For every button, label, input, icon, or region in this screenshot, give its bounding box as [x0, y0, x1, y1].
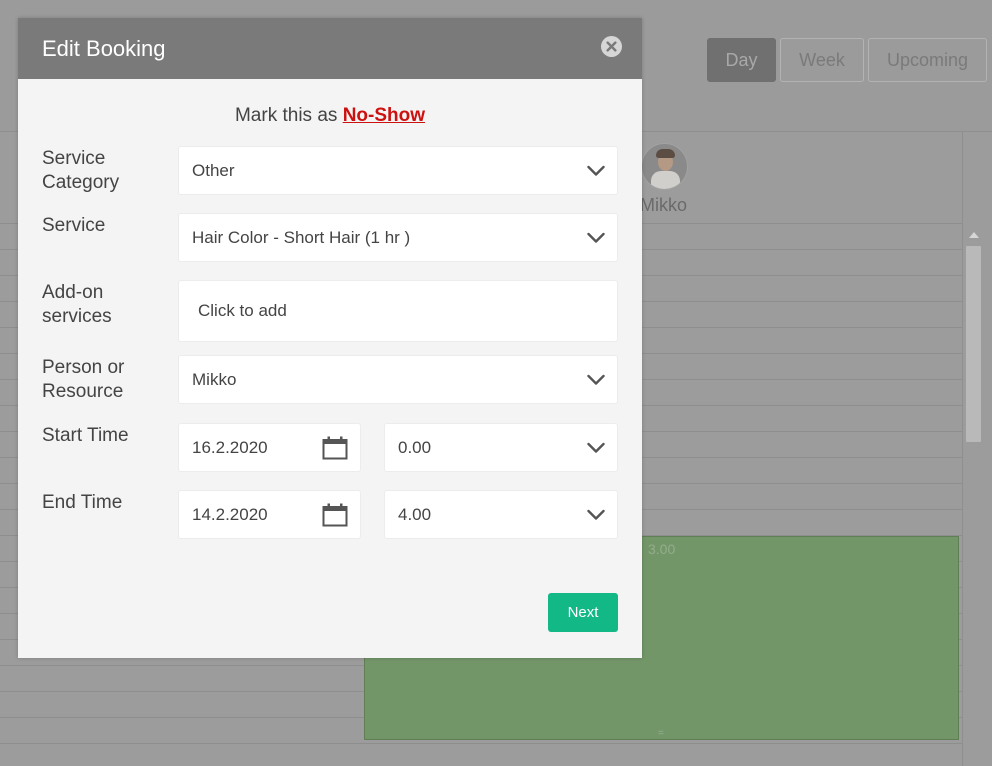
service-category-label: Service Category — [42, 148, 120, 193]
calendar-icon[interactable] — [322, 503, 348, 527]
modal-title: Edit Booking — [42, 35, 166, 61]
noshow-link[interactable]: No-Show — [343, 105, 425, 126]
booking-time-label: 3.00 — [648, 541, 676, 557]
booking-resize-handle[interactable]: = — [658, 728, 664, 739]
person-resource-value: Mikko — [192, 369, 237, 389]
staff-avatar[interactable] — [641, 143, 688, 190]
view-week-button[interactable]: Week — [780, 38, 864, 82]
staff-name: Mikko — [640, 195, 688, 215]
addon-services-placeholder: Click to add — [198, 301, 287, 320]
service-value: Hair Color - Short Hair (1 hr ) — [192, 227, 411, 247]
avatar-body-shape — [651, 171, 680, 189]
end-time-value: 4.00 — [398, 504, 432, 524]
chevron-down-icon — [587, 509, 605, 520]
avatar-hair-shape — [656, 149, 675, 158]
edit-booking-modal: Edit Booking Mark this as No-Show Servic… — [18, 18, 642, 658]
start-date-value: 16.2.2020 — [192, 437, 268, 457]
end-time-label: End Time — [42, 492, 123, 513]
vertical-scrollbar[interactable] — [964, 226, 984, 766]
end-date-input[interactable]: 14.2.2020 — [179, 491, 360, 538]
scroll-up-arrow-icon[interactable] — [969, 232, 979, 238]
person-resource-label: Person or Resource — [42, 357, 125, 402]
grid-line — [0, 743, 962, 744]
noshow-prefix: Mark this as — [234, 105, 338, 126]
view-day-button[interactable]: Day — [707, 38, 776, 82]
noshow-line: Mark this as No-Show — [18, 105, 642, 127]
addon-services-input[interactable]: Click to add — [179, 281, 617, 341]
end-date-value: 14.2.2020 — [192, 504, 268, 524]
next-button[interactable]: Next — [548, 593, 618, 632]
view-upcoming-button[interactable]: Upcoming — [868, 38, 987, 82]
service-category-select[interactable]: Other — [179, 147, 617, 194]
person-resource-select[interactable]: Mikko — [179, 356, 617, 403]
start-date-input[interactable]: 16.2.2020 — [179, 424, 360, 471]
addon-services-label: Add-on services — [42, 282, 112, 327]
service-category-value: Other — [192, 160, 235, 180]
chevron-down-icon — [587, 232, 605, 243]
view-switch: Day Week Upcoming — [707, 38, 987, 82]
end-time-select[interactable]: 4.00 — [385, 491, 617, 538]
chevron-down-icon — [587, 442, 605, 453]
modal-header: Edit Booking — [18, 18, 642, 79]
start-time-value: 0.00 — [398, 437, 432, 457]
close-icon[interactable] — [601, 36, 622, 57]
calendar-icon[interactable] — [322, 436, 348, 460]
chevron-down-icon — [587, 374, 605, 385]
start-time-label: Start Time — [42, 425, 129, 446]
column-divider — [962, 131, 963, 766]
start-time-select[interactable]: 0.00 — [385, 424, 617, 471]
service-label: Service — [42, 215, 106, 236]
chevron-down-icon — [587, 165, 605, 176]
scroll-thumb[interactable] — [966, 246, 981, 442]
service-select[interactable]: Hair Color - Short Hair (1 hr ) — [179, 214, 617, 261]
